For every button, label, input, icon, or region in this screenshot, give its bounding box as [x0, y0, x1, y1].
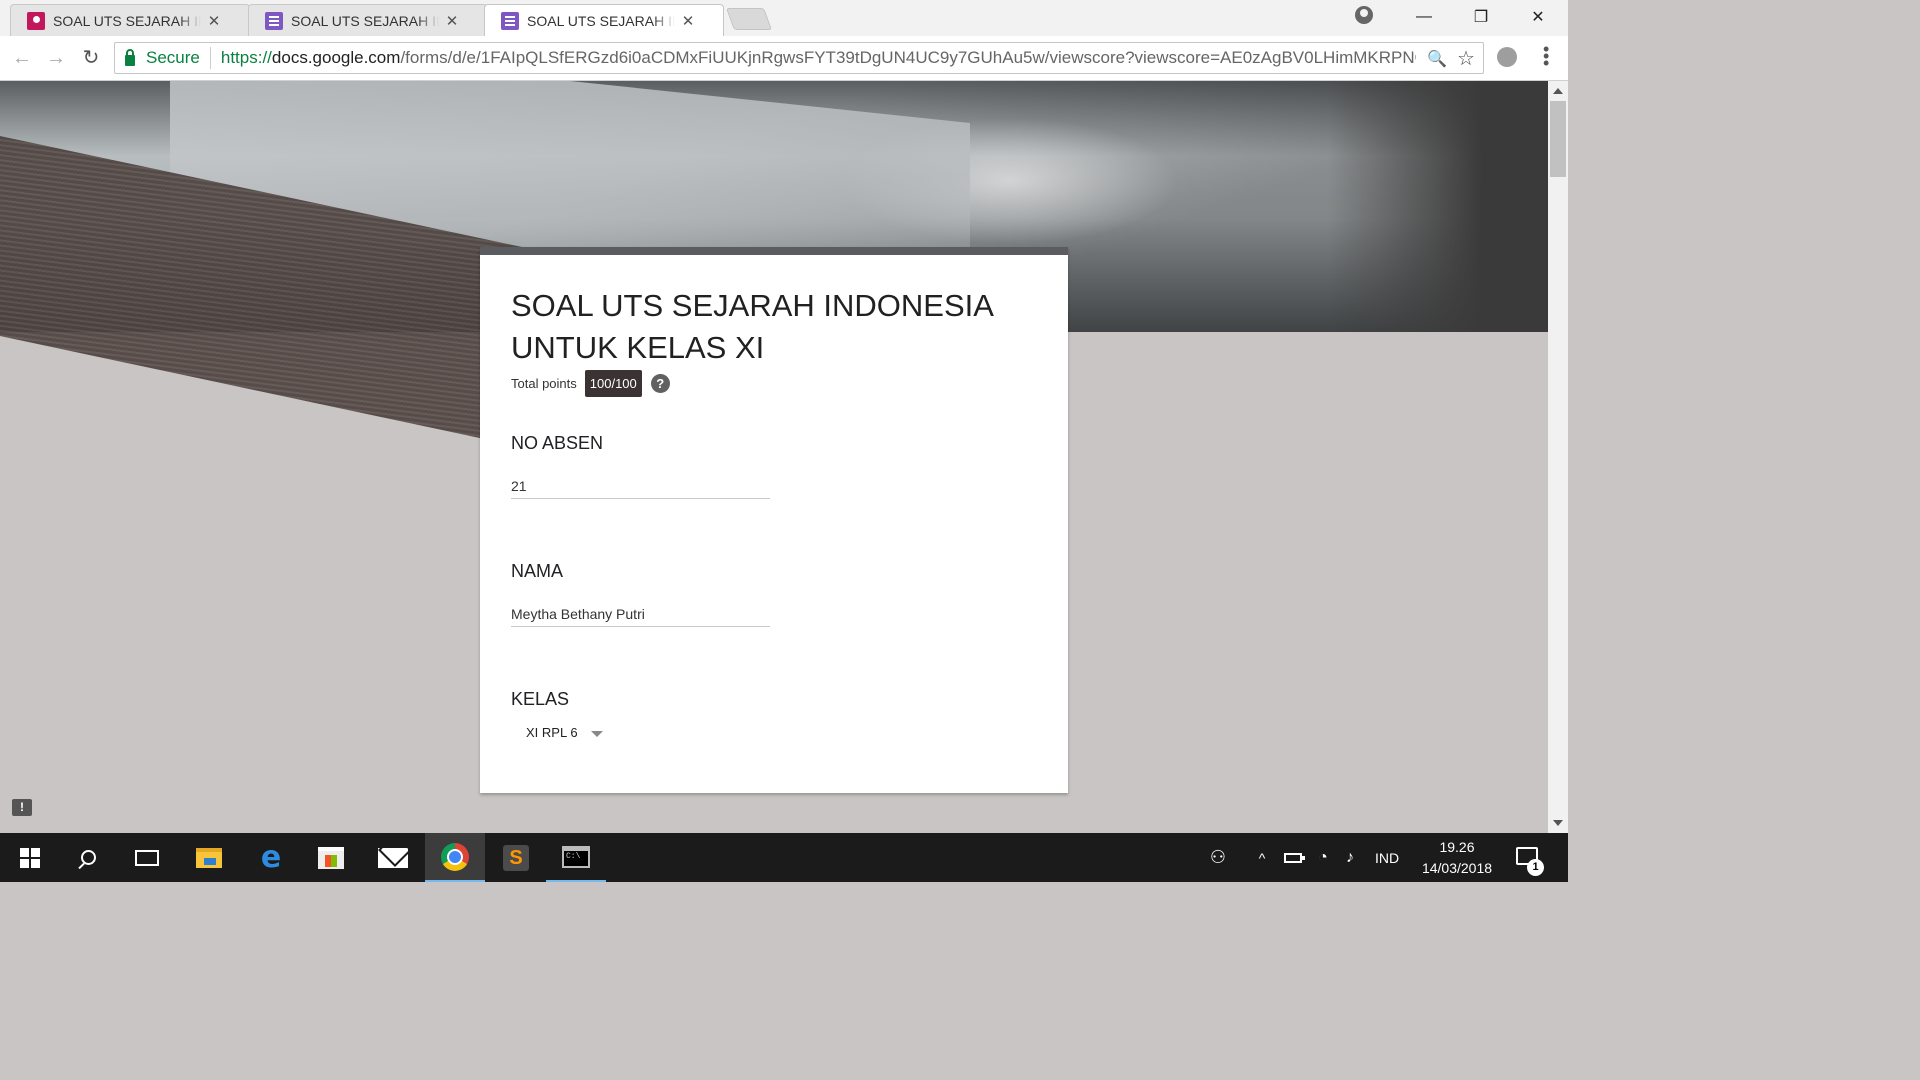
scroll-down-arrow-icon[interactable] — [1553, 820, 1563, 826]
form-card: SOAL UTS SEJARAH INDONESIA UNTUK KELAS X… — [480, 247, 1068, 793]
battery-icon[interactable] — [1280, 833, 1306, 882]
url-scheme: https:// — [220, 48, 272, 67]
new-tab-button[interactable] — [725, 8, 773, 30]
forms-icon — [265, 11, 283, 30]
class-dropdown[interactable]: XI RPL 6 — [526, 725, 603, 740]
extension-icon[interactable] — [1497, 47, 1517, 67]
tab-title: SOAL UTS SEJARAH INDONESIA — [527, 12, 675, 29]
profile-icon[interactable] — [1355, 6, 1373, 24]
address-bar[interactable]: Secure https://docs.google.com/forms/d/e… — [114, 42, 1484, 74]
scroll-thumb[interactable] — [1550, 101, 1566, 177]
url-text[interactable]: https://docs.google.com/forms/d/e/1FAIpQ… — [221, 48, 1416, 68]
volume-icon[interactable]: ♪ — [1338, 833, 1362, 882]
url-path: /forms/d/e/1FAIpQLSfERGzd6i0aCDMxFiUUKjn… — [400, 48, 1416, 67]
chrome-button[interactable] — [425, 833, 485, 882]
close-window-button[interactable]: ✕ — [1509, 0, 1567, 34]
close-icon[interactable]: ✕ — [445, 12, 459, 30]
windows-logo-icon — [20, 847, 40, 868]
tab-title: SOAL UTS SEJARAH INDONESIA — [53, 12, 201, 29]
total-points: Total points 100/100 ? — [511, 370, 670, 397]
close-icon[interactable]: ✕ — [207, 12, 221, 30]
forward-button[interactable]: → — [42, 44, 70, 72]
dropdown-value: XI RPL 6 — [526, 725, 578, 740]
lock-icon — [125, 48, 135, 66]
command-prompt-icon: C:\ — [562, 845, 590, 868]
scroll-up-arrow-icon[interactable] — [1553, 88, 1563, 94]
tab-1[interactable]: SOAL UTS SEJARAH INDONESIA ✕ — [10, 4, 250, 36]
edge-button[interactable]: e — [241, 833, 301, 882]
language-label: IND — [1374, 849, 1400, 866]
notification-count-badge: 1 — [1527, 859, 1544, 876]
tab-strip: SOAL UTS SEJARAH INDONESIA ✕ SOAL UTS SE… — [0, 0, 1568, 36]
book-shadow-image — [1328, 81, 1548, 332]
page-viewport: SOAL UTS SEJARAH INDONESIA UNTUK KELAS X… — [0, 81, 1548, 833]
store-icon — [318, 846, 344, 869]
wifi-icon[interactable]: ◔ — [1310, 833, 1336, 882]
clock[interactable]: 19.26 14/03/2018 — [1410, 837, 1504, 879]
command-prompt-button[interactable]: C:\ — [546, 833, 606, 882]
task-view-button[interactable] — [117, 833, 177, 882]
back-button[interactable]: ← — [8, 44, 36, 72]
folder-icon — [196, 847, 222, 868]
start-button[interactable] — [0, 833, 60, 882]
chrome-icon — [441, 842, 469, 871]
answer-field: 21 — [511, 478, 770, 499]
answer-field: Meytha Bethany Putri — [511, 606, 770, 627]
clock-date: 14/03/2018 — [1421, 860, 1493, 876]
minimize-button[interactable]: — — [1395, 0, 1453, 34]
mail-icon — [378, 847, 408, 868]
secure-label: Secure — [146, 48, 200, 67]
question-title: NO ABSEN — [511, 433, 604, 453]
search-button[interactable] — [58, 833, 118, 882]
show-hidden-icons-icon[interactable]: ^ — [1250, 833, 1274, 882]
sublime-text-button[interactable]: S — [486, 833, 546, 882]
forms-icon — [501, 11, 519, 30]
scrollbar[interactable] — [1548, 81, 1568, 833]
points-badge: 100/100 — [584, 370, 642, 397]
close-icon[interactable]: ✕ — [681, 12, 695, 30]
tab-2[interactable]: SOAL UTS SEJARAH INDONESIA ✕ — [248, 4, 488, 36]
points-label: Total points — [511, 376, 577, 391]
edge-icon: e — [260, 840, 282, 875]
people-icon[interactable]: ⚇ — [1203, 833, 1233, 882]
sublime-text-icon: S — [503, 844, 529, 871]
tab-3-active[interactable]: SOAL UTS SEJARAH INDONESIA ✕ — [484, 4, 724, 36]
search-icon — [80, 850, 96, 865]
clock-time: 19.26 — [1439, 839, 1475, 855]
chevron-down-icon — [590, 730, 603, 737]
report-feedback-icon[interactable]: ! — [12, 799, 32, 816]
reload-button[interactable]: ↻ — [77, 44, 105, 72]
zoom-icon[interactable]: 🔍 — [1427, 49, 1447, 69]
contacts-icon — [27, 11, 45, 30]
file-explorer-button[interactable] — [179, 833, 239, 882]
question-title: NAMA — [511, 561, 564, 581]
windows-taskbar: e S C:\ ⚇ ^ ◔ ♪ IND 19.26 14/03/2018 1 — [0, 833, 1568, 882]
tab-title: SOAL UTS SEJARAH INDONESIA — [291, 12, 439, 29]
menu-icon[interactable]: • • • — [1543, 40, 1549, 72]
mail-button[interactable] — [363, 833, 423, 882]
store-button[interactable] — [301, 833, 361, 882]
divider — [209, 47, 211, 69]
language-indicator[interactable]: IND — [1368, 833, 1406, 882]
help-icon[interactable]: ? — [650, 374, 670, 393]
restore-button[interactable]: ❐ — [1452, 0, 1510, 34]
question-title: KELAS — [511, 689, 570, 709]
url-host: docs.google.com — [271, 48, 401, 67]
browser-toolbar: ← → ↻ Secure https://docs.google.com/for… — [0, 36, 1568, 81]
form-title: SOAL UTS SEJARAH INDONESIA UNTUK KELAS X… — [511, 288, 993, 365]
task-view-icon — [135, 849, 159, 866]
star-icon[interactable]: ☆ — [1457, 46, 1475, 71]
